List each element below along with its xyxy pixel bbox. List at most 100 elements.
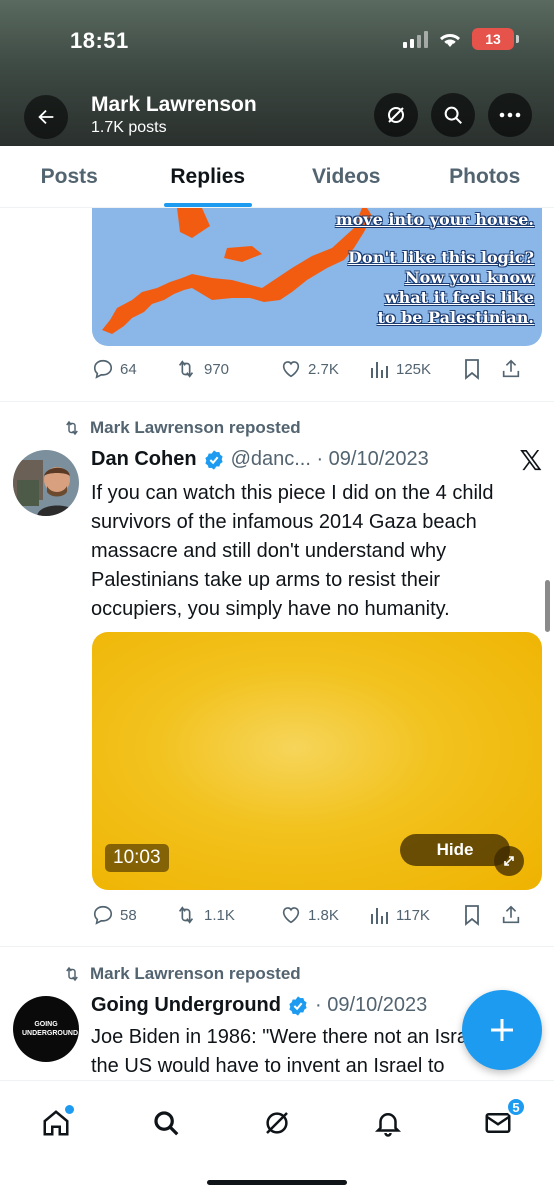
- tweet-text: Joe Biden in 1986: "Were there not an Is…: [91, 1026, 484, 1077]
- notification-dot: [65, 1105, 74, 1114]
- tab-videos[interactable]: Videos: [277, 146, 416, 207]
- profile-tabs: Posts Replies Videos Photos: [0, 146, 554, 208]
- nav-messages[interactable]: 5: [476, 1097, 526, 1145]
- share-icon: [502, 905, 520, 924]
- grok-button[interactable]: [374, 93, 418, 137]
- expand-button[interactable]: [494, 846, 524, 876]
- reply-button[interactable]: 58: [92, 904, 174, 926]
- home-indicator: [207, 1180, 347, 1185]
- avatar-logo: GOING UNDERGROUND: [22, 1021, 78, 1037]
- back-button[interactable]: [24, 95, 68, 139]
- caption-line: Don't like this logic?: [348, 248, 534, 267]
- author-name[interactable]: Going Underground: [91, 994, 281, 1017]
- tweet-header: Going Underground · 09/10/2023: [91, 994, 427, 1017]
- nav-grok[interactable]: [255, 1101, 299, 1145]
- grok-icon: [266, 1112, 288, 1134]
- bookmark-button[interactable]: [462, 358, 500, 380]
- like-count: 2.7K: [308, 360, 339, 378]
- tweet-actions: 64 970 2.7K 125K: [92, 355, 542, 383]
- reply-icon: [93, 359, 113, 379]
- views-icon: [371, 908, 388, 924]
- repost-indicator[interactable]: Mark Lawrenson reposted: [62, 964, 301, 984]
- tab-replies[interactable]: Replies: [139, 146, 278, 207]
- heart-icon: [282, 907, 300, 924]
- arrow-left-icon: [38, 109, 54, 125]
- wifi-icon: [440, 34, 460, 47]
- views-button[interactable]: 125K: [370, 358, 462, 380]
- like-count: 1.8K: [308, 906, 339, 924]
- timeline[interactable]: move into your house. Don't like this lo…: [0, 208, 554, 1080]
- reply-count: 58: [120, 906, 137, 924]
- divider: [0, 946, 554, 947]
- repost-icon: [178, 906, 194, 924]
- bookmark-icon: [465, 359, 479, 380]
- caption-line: move into your house.: [335, 210, 534, 229]
- repost-label: Mark Lawrenson reposted: [90, 418, 301, 437]
- tweet-actions: 58 1.1K 1.8K 117K: [92, 901, 542, 929]
- more-button[interactable]: [488, 93, 532, 137]
- repost-button[interactable]: 970: [174, 358, 280, 380]
- reply-button[interactable]: 64: [92, 358, 174, 380]
- bookmark-button[interactable]: [462, 904, 500, 926]
- nav-search[interactable]: [144, 1101, 188, 1145]
- expand-icon: [504, 856, 514, 866]
- repost-icon: [66, 420, 78, 436]
- battery-indicator: 13: [472, 28, 519, 50]
- repost-count: 970: [204, 360, 230, 378]
- author-name[interactable]: Dan Cohen: [91, 448, 197, 471]
- signal-icon: [403, 30, 428, 48]
- status-icons: 13: [403, 28, 519, 50]
- share-button[interactable]: [500, 904, 522, 926]
- video-duration: 10:03: [105, 844, 169, 872]
- view-count: 117K: [396, 906, 430, 924]
- repost-label: Mark Lawrenson reposted: [90, 964, 301, 983]
- nav-notifications[interactable]: [366, 1101, 410, 1145]
- heart-icon: [282, 361, 300, 378]
- search-icon: [154, 1111, 179, 1136]
- caption-line: Now you know: [405, 268, 534, 287]
- tweet-header: Dan Cohen @danc... · 09/10/2023: [91, 448, 429, 471]
- repost-icon: [66, 966, 78, 982]
- tweet-image-map[interactable]: move into your house. Don't like this lo…: [92, 208, 542, 346]
- tweet-date: · 09/10/2023: [314, 994, 428, 1016]
- bookmark-icon: [465, 905, 479, 926]
- tab-photos[interactable]: Photos: [416, 146, 554, 207]
- views-icon: [371, 362, 388, 378]
- more-icon: [499, 112, 521, 118]
- like-button[interactable]: 2.7K: [280, 358, 370, 380]
- profile-header: 18:51 13 Mark Lawrenson 1.7K posts: [0, 0, 554, 146]
- avatar-going-underground[interactable]: GOING UNDERGROUND: [13, 996, 79, 1062]
- share-icon: [502, 359, 520, 378]
- like-button[interactable]: 1.8K: [280, 904, 370, 926]
- verified-badge-icon: [289, 995, 307, 1016]
- compose-button[interactable]: [462, 990, 542, 1070]
- status-time: 18:51: [70, 28, 129, 53]
- tab-posts[interactable]: Posts: [0, 146, 139, 207]
- profile-name: Mark Lawrenson: [91, 93, 257, 116]
- repost-icon: [178, 360, 194, 378]
- caption-line: to be Palestinian.: [377, 308, 534, 327]
- avatar-photo: [13, 450, 79, 516]
- search-button[interactable]: [431, 93, 475, 137]
- caption-line: what it feels like: [384, 288, 534, 307]
- image-caption: move into your house. Don't like this lo…: [336, 210, 534, 328]
- divider: [0, 401, 554, 402]
- nav-home[interactable]: [34, 1101, 78, 1145]
- share-button[interactable]: [500, 358, 522, 380]
- search-icon: [444, 106, 462, 124]
- repost-indicator[interactable]: Mark Lawrenson reposted: [62, 418, 301, 438]
- repost-count: 1.1K: [204, 906, 235, 924]
- post-count: 1.7K posts: [91, 119, 167, 136]
- views-button[interactable]: 117K: [370, 904, 462, 926]
- handle-date: @danc... · 09/10/2023: [230, 448, 429, 470]
- repost-button[interactable]: 1.1K: [174, 904, 280, 926]
- plus-icon: [491, 1019, 513, 1041]
- verified-badge-icon: [204, 449, 223, 470]
- video-player[interactable]: 10:03 Hide: [92, 632, 542, 890]
- scrollbar[interactable]: [545, 580, 550, 632]
- tweet-text: If you can watch this piece I did on the…: [91, 482, 494, 620]
- messages-badge: 5: [506, 1097, 526, 1117]
- reply-count: 64: [120, 360, 137, 378]
- avatar-dan-cohen[interactable]: [13, 450, 79, 516]
- bell-icon: [374, 1113, 402, 1137]
